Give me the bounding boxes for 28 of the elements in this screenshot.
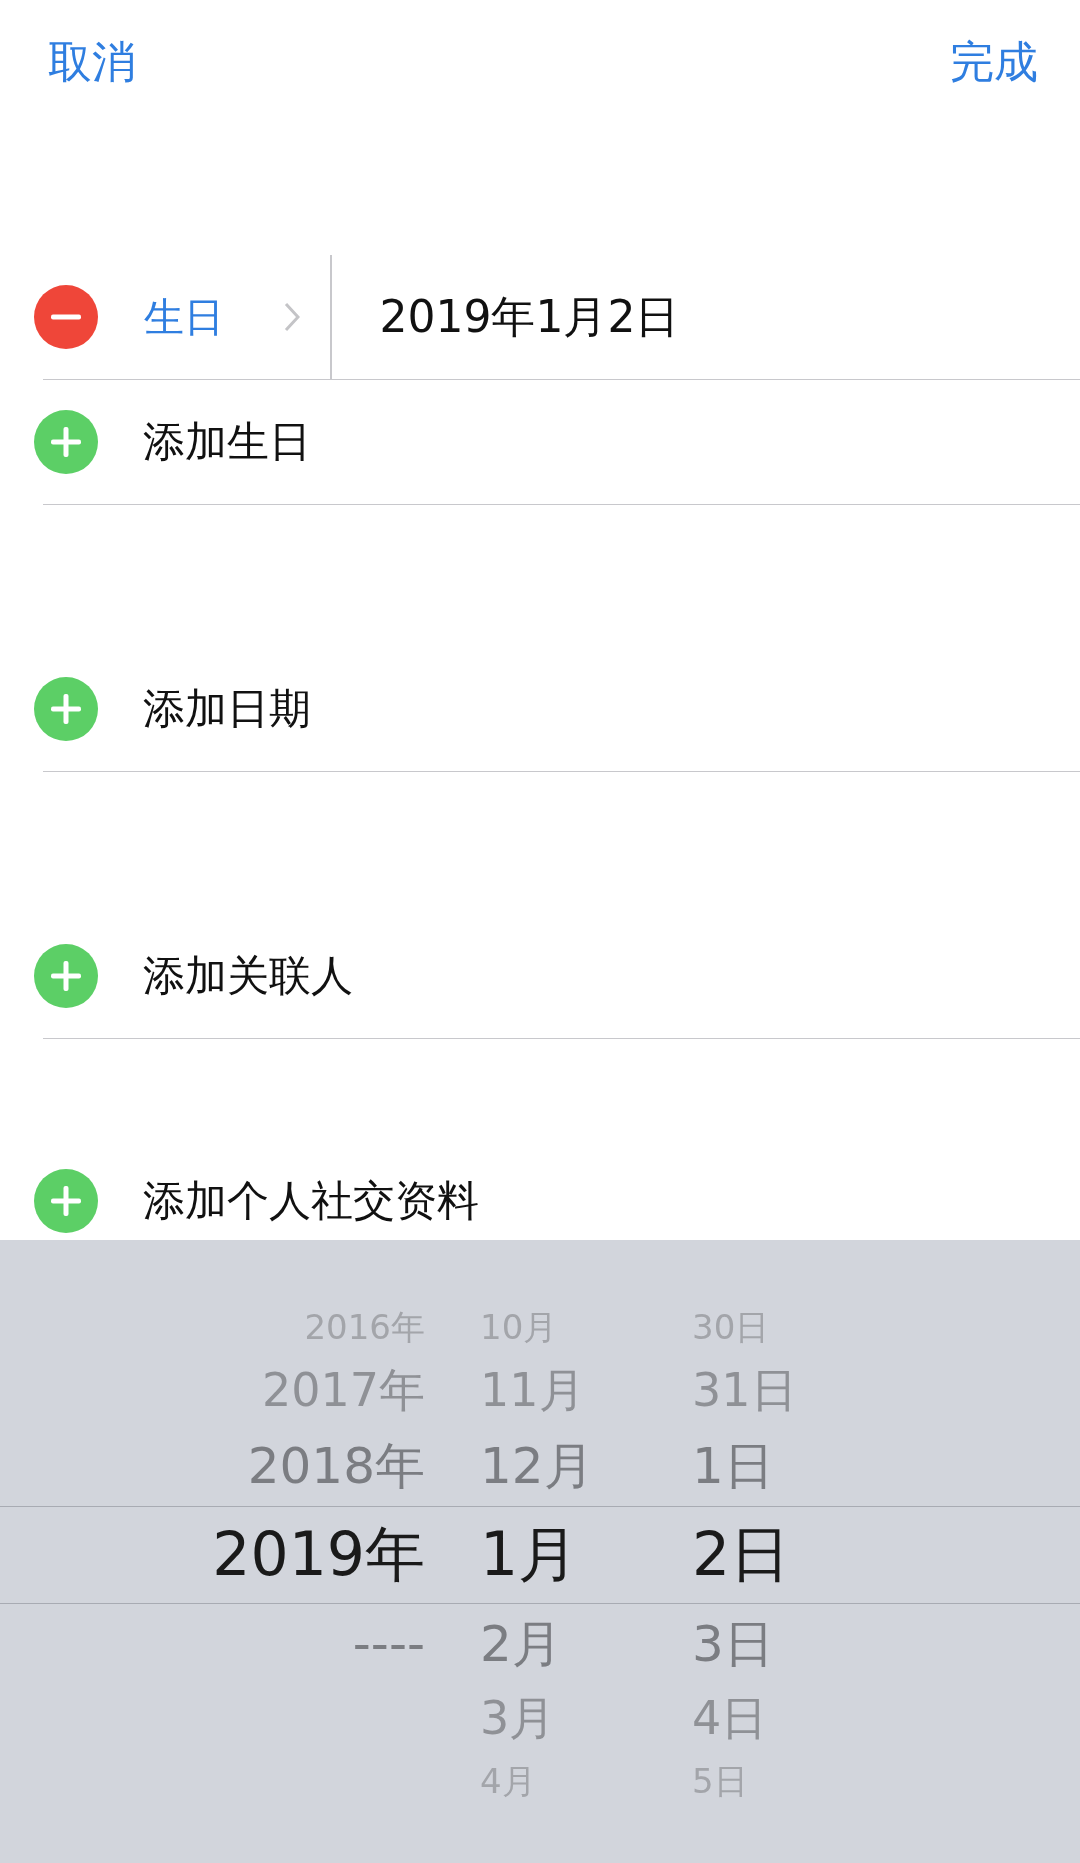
year-option[interactable]: ---- [352,1615,425,1673]
day-option[interactable]: 2日 [692,1518,791,1589]
year-option[interactable]: 2019年 [212,1518,425,1589]
year-option[interactable]: 2017年 [261,1363,425,1417]
month-option[interactable]: 12月 [480,1436,594,1495]
month-option[interactable]: 1月 [480,1518,579,1589]
day-option[interactable]: 4日 [692,1691,768,1745]
add-icon[interactable] [34,677,98,741]
add-icon[interactable] [34,944,98,1008]
year-option[interactable]: 2018年 [247,1436,425,1495]
add-icon[interactable] [34,1169,98,1233]
day-option[interactable]: 3日 [692,1614,774,1673]
field-label[interactable]: 生日 [144,289,224,345]
add-icon[interactable] [34,410,98,474]
cancel-button[interactable]: 取消 [48,33,136,92]
day-option[interactable]: 31日 [692,1363,797,1417]
add-row-label[interactable]: 添加日期 [143,681,311,737]
month-option[interactable]: 3月 [480,1691,556,1745]
chevron-icon [284,302,300,332]
done-button[interactable]: 完成 [950,33,1038,92]
add-row-label[interactable]: 添加关联人 [143,948,353,1004]
date-value[interactable]: 2019年1月2日 [379,287,680,347]
add-row-label[interactable]: 添加个人社交资料 [143,1173,479,1229]
add-row-label[interactable]: 添加生日 [143,414,311,470]
day-option[interactable]: 1日 [692,1436,774,1495]
remove-icon[interactable] [34,285,98,349]
month-option[interactable]: 2月 [480,1614,562,1673]
month-option[interactable]: 11月 [480,1363,585,1417]
